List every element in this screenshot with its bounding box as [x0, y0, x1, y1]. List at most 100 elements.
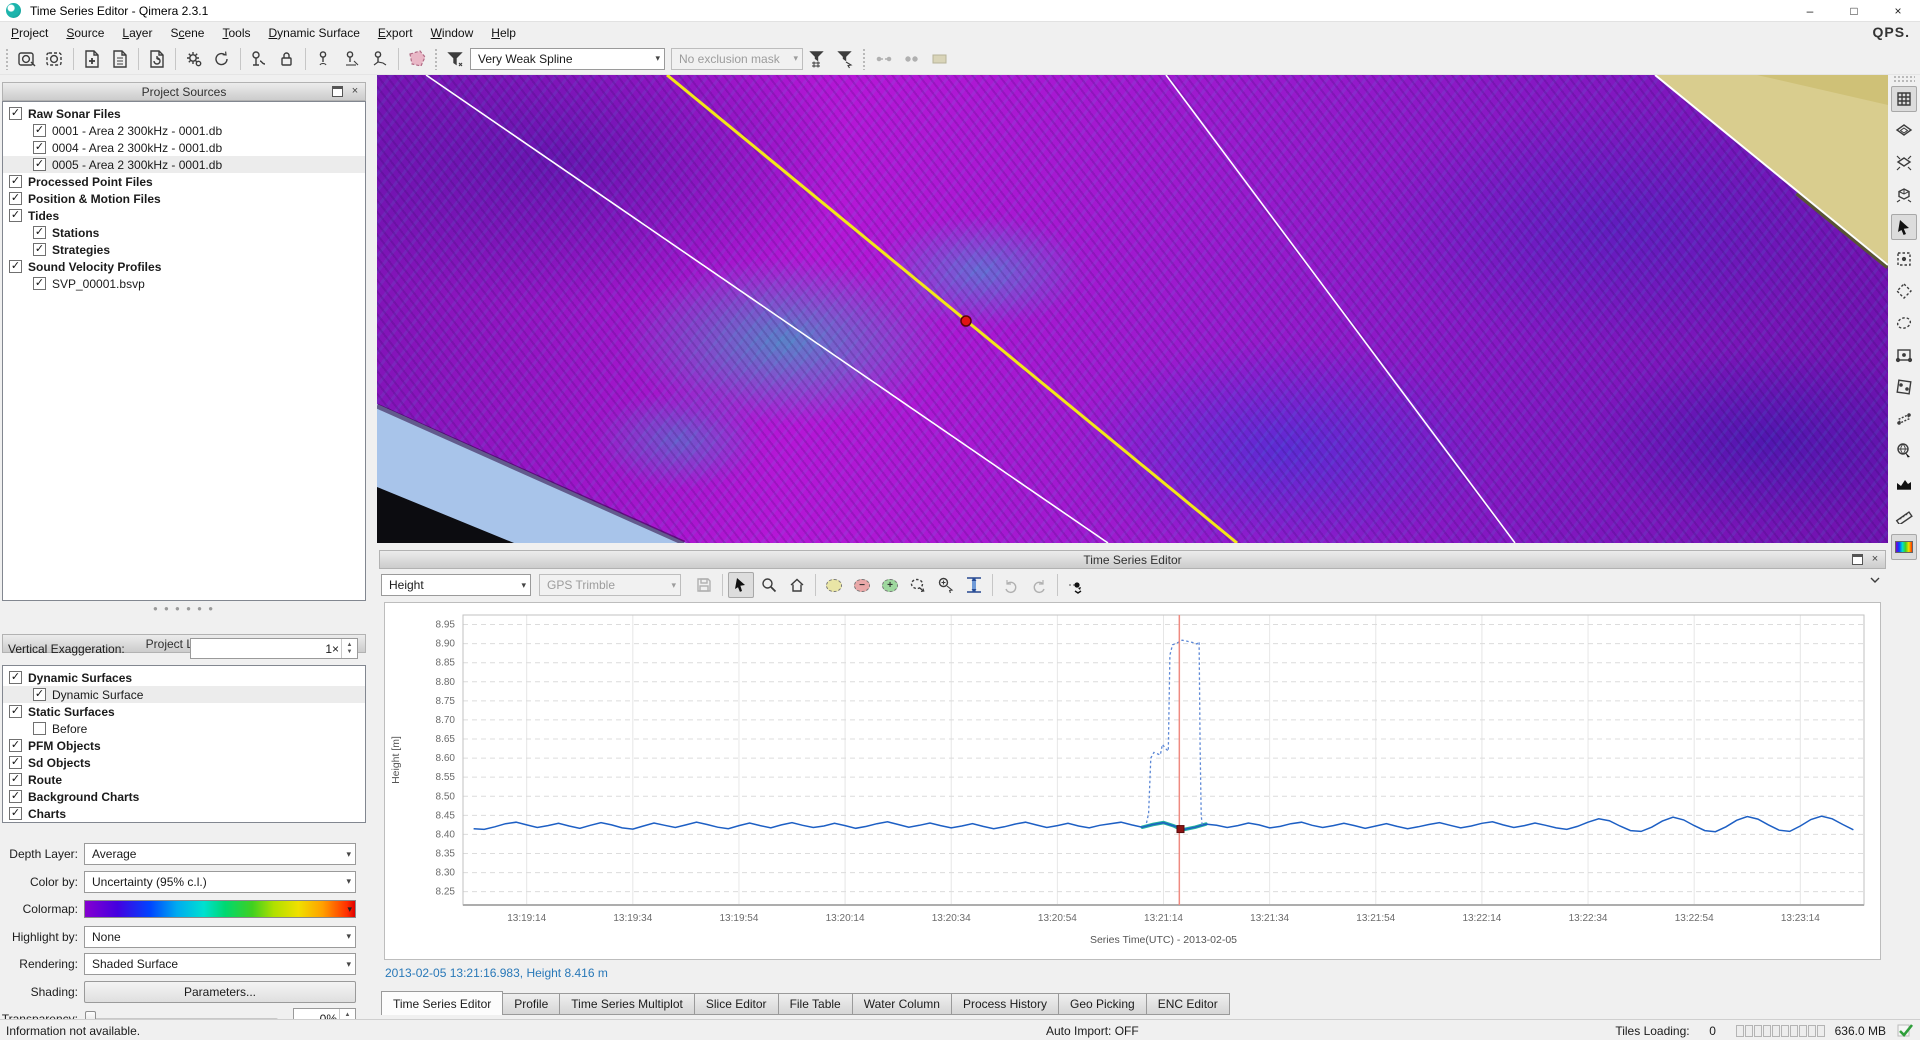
tree-row[interactable]: ✓SVP_00001.bsvp	[3, 275, 365, 292]
checkbox[interactable]: ✓	[33, 141, 46, 154]
checkbox[interactable]: ✓	[33, 243, 46, 256]
histogram-button[interactable]	[1891, 470, 1917, 496]
reject-soundings-button[interactable]: −	[849, 572, 875, 598]
filter-profile-button[interactable]	[443, 46, 469, 72]
sensor-combo[interactable]: GPS Trimble ▾	[539, 574, 681, 596]
filter-grid-button[interactable]	[804, 46, 830, 72]
float-panel-icon[interactable]	[1852, 554, 1863, 565]
exclusion-mask-combo[interactable]: No exclusion mask ▾	[671, 48, 803, 70]
lasso-select-button[interactable]	[905, 572, 931, 598]
edit-polygon-button[interactable]	[1891, 374, 1917, 400]
checkbox[interactable]: ✓	[9, 671, 22, 684]
tree-row[interactable]: ✓0004 - Area 2 300kHz - 0001.db	[3, 139, 365, 156]
tab-time-series-multiplot[interactable]: Time Series Multiplot	[560, 993, 695, 1015]
reload-files-button[interactable]	[144, 46, 170, 72]
pick-mode-button[interactable]	[1063, 572, 1089, 598]
tree-row[interactable]: ✓0005 - Area 2 300kHz - 0001.db	[3, 156, 365, 173]
scene-capture-button[interactable]	[14, 46, 40, 72]
select-cursor-button[interactable]	[1891, 214, 1917, 240]
fit-vertical-button[interactable]	[961, 572, 987, 598]
tab-water-column[interactable]: Water Column	[853, 993, 952, 1015]
checkbox[interactable]: ✓	[9, 773, 22, 786]
menu-item-help[interactable]: Help	[482, 24, 525, 42]
checkbox[interactable]: ✓	[9, 739, 22, 752]
checkbox[interactable]: ✓	[9, 790, 22, 803]
ruler-button[interactable]	[1891, 502, 1917, 528]
checkbox[interactable]: ✓	[9, 260, 22, 273]
vertical-exaggeration-input[interactable]: 1× ▲▼	[190, 638, 358, 659]
scene-3d-view[interactable]	[377, 75, 1888, 543]
checkbox[interactable]: ✓	[9, 807, 22, 820]
tree-row[interactable]: Before	[3, 720, 365, 737]
tse-header[interactable]: Time Series Editor ×	[379, 550, 1886, 569]
mask-swatch-button[interactable]	[927, 46, 953, 72]
tree-row[interactable]: ✓Sd Objects	[3, 754, 365, 771]
tab-file-table[interactable]: File Table	[779, 993, 853, 1015]
checkbox[interactable]: ✓	[33, 124, 46, 137]
menu-item-tools[interactable]: Tools	[213, 24, 259, 42]
shading-parameters-button[interactable]: Parameters...	[84, 981, 356, 1003]
tree-row[interactable]: ✓Tides	[3, 207, 365, 224]
fit-extents-button[interactable]	[1891, 150, 1917, 176]
tree-row[interactable]: ✓Background Charts	[3, 788, 365, 805]
colormap-combo[interactable]: ▾	[84, 900, 356, 918]
checkbox[interactable]: ✓	[33, 226, 46, 239]
tree-row[interactable]: ✓Strategies	[3, 241, 365, 258]
pointer-tool-button[interactable]	[728, 572, 754, 598]
project-sources-header[interactable]: Project Sources ×	[2, 82, 366, 101]
depthlayer-combo[interactable]: Average▾	[84, 843, 356, 865]
undo-button[interactable]	[998, 572, 1024, 598]
reprocess-button[interactable]	[209, 46, 235, 72]
slice-tool-button[interactable]	[1891, 406, 1917, 432]
maximize-button[interactable]: □	[1832, 0, 1876, 22]
reset-view-button[interactable]	[784, 572, 810, 598]
grid-view-button[interactable]	[1891, 86, 1917, 112]
restore-soundings-button[interactable]: +	[877, 572, 903, 598]
processing-settings-button[interactable]	[181, 46, 207, 72]
scene-capture-area-button[interactable]	[42, 46, 68, 72]
add-processed-points-button[interactable]	[107, 46, 133, 72]
geo-pick-button[interactable]	[1891, 438, 1917, 464]
accept-soundings-button[interactable]	[821, 572, 847, 598]
menu-item-layer[interactable]: Layer	[113, 24, 161, 42]
close-button[interactable]: ×	[1876, 0, 1920, 22]
redo-button[interactable]	[1026, 572, 1052, 598]
pick-point-button[interactable]	[311, 46, 337, 72]
tab-time-series-editor[interactable]: Time Series Editor	[381, 991, 503, 1015]
menu-item-source[interactable]: Source	[57, 24, 113, 42]
highlightby-combo[interactable]: None▾	[84, 926, 356, 948]
spinner-arrows[interactable]: ▲▼	[341, 639, 357, 658]
zoom-select-button[interactable]	[933, 572, 959, 598]
select-rect-button[interactable]	[1891, 246, 1917, 272]
tree-row[interactable]: ✓Charts	[3, 805, 365, 822]
colorby-combo[interactable]: Uncertainty (95% c.l.)▾	[84, 871, 356, 893]
tse-chart[interactable]: 13:19:1413:19:3413:19:5413:20:1413:20:34…	[384, 602, 1881, 960]
menu-item-window[interactable]: Window	[422, 24, 483, 42]
tab-slice-editor[interactable]: Slice Editor	[695, 993, 779, 1015]
tree-row[interactable]: ✓Position & Motion Files	[3, 190, 365, 207]
select-polygon-button[interactable]	[1891, 278, 1917, 304]
tree-row[interactable]: ✓Dynamic Surface	[3, 686, 365, 703]
rendering-combo[interactable]: Shaded Surface▾	[84, 953, 356, 975]
plan-view-button[interactable]	[1891, 118, 1917, 144]
float-panel-icon[interactable]	[332, 86, 343, 97]
tab-process-history[interactable]: Process History	[952, 993, 1059, 1015]
add-raw-sonar-button[interactable]	[79, 46, 105, 72]
tree-row[interactable]: ✓0001 - Area 2 300kHz - 0001.db	[3, 122, 365, 139]
checkbox[interactable]: ✓	[33, 158, 46, 171]
series-combo[interactable]: Height ▾	[381, 574, 531, 596]
slice-link-button[interactable]	[871, 46, 897, 72]
svp-editor-button[interactable]	[246, 46, 272, 72]
pick-line-button[interactable]	[339, 46, 365, 72]
tree-row[interactable]: ✓Stations	[3, 224, 365, 241]
tree-row[interactable]: ✓Route	[3, 771, 365, 788]
checkbox[interactable]: ✓	[9, 175, 22, 188]
point-pair-button[interactable]	[899, 46, 925, 72]
lock-svp-button[interactable]	[274, 46, 300, 72]
checkbox[interactable]: ✓	[33, 688, 46, 701]
colormap-editor-button[interactable]	[1891, 534, 1917, 560]
checkbox[interactable]: ✓	[9, 705, 22, 718]
tab-enc-editor[interactable]: ENC Editor	[1147, 993, 1230, 1015]
zoom-tool-button[interactable]	[756, 572, 782, 598]
panel-splitter[interactable]: ● ● ● ● ● ●	[0, 603, 368, 613]
